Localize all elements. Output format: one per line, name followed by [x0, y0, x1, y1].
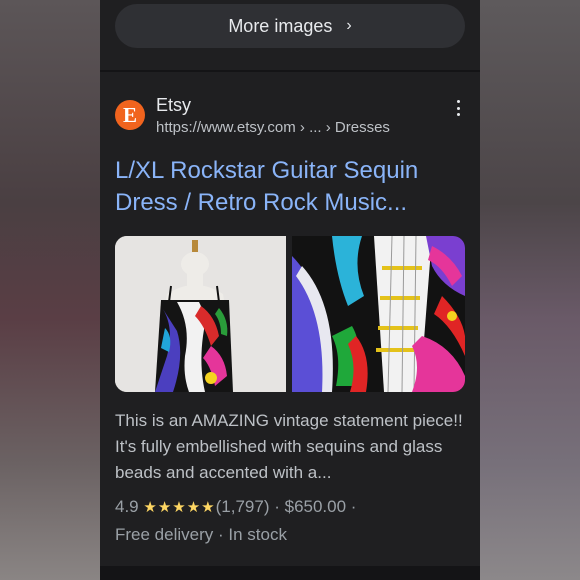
blurred-background-left	[0, 0, 100, 580]
result-image-dress-closeup[interactable]	[292, 236, 465, 392]
more-options-icon[interactable]	[450, 98, 466, 118]
price: · $650.00 ·	[274, 497, 357, 516]
bottom-divider	[100, 566, 480, 580]
result-snippet: This is an AMAZING vintage statement pie…	[115, 411, 463, 482]
chevron-right-icon: ›	[346, 17, 352, 34]
result-divider	[100, 70, 480, 72]
blurred-background-right	[480, 0, 580, 580]
rating-value: 4.9	[115, 497, 139, 516]
more-images-button[interactable]: More images ›	[115, 4, 465, 48]
more-images-label: More images	[228, 15, 333, 36]
delivery-status: Free delivery · In stock	[115, 525, 287, 544]
site-url-breadcrumb[interactable]: https://www.etsy.com › ... › Dresses	[156, 119, 390, 136]
search-results-screen: More images › E Etsy https://www.etsy.co…	[100, 0, 480, 580]
rating-price-line: 4.9 ★★★★★(1,797) · $650.00 ·	[115, 497, 356, 517]
result-title-link[interactable]: L/XL Rockstar Guitar Sequin Dress / Retr…	[115, 155, 470, 219]
star-icon: ★★★★★	[143, 499, 216, 516]
site-name[interactable]: Etsy	[156, 95, 191, 116]
result-image-dress-front[interactable]	[115, 236, 286, 392]
rating-count: (1,797)	[215, 497, 270, 516]
etsy-favicon-icon: E	[115, 100, 145, 130]
